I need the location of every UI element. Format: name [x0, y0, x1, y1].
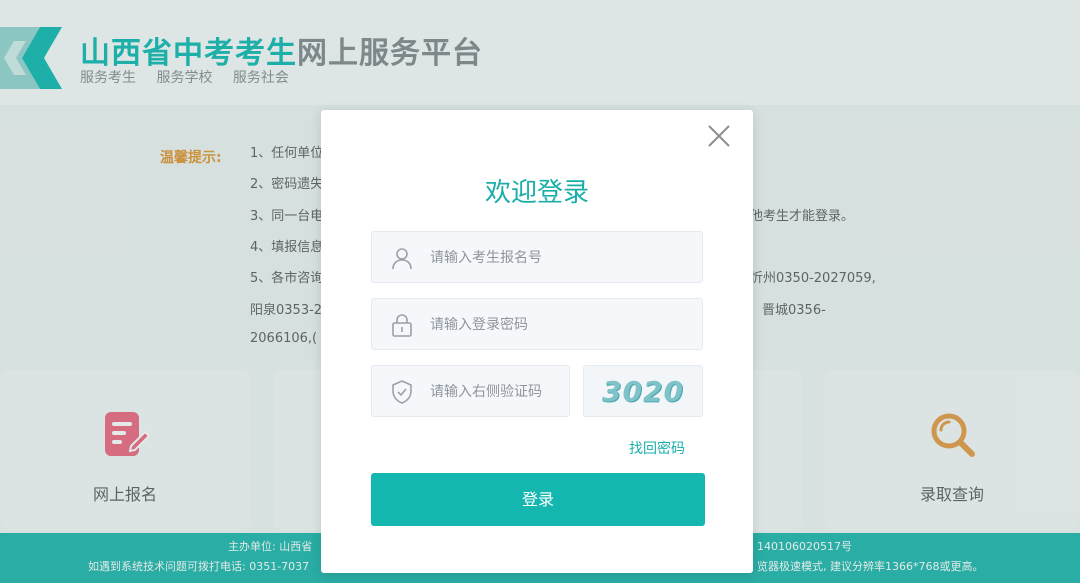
- captcha-text: 3020: [602, 375, 684, 408]
- shield-check-icon: [392, 380, 412, 404]
- close-icon[interactable]: [707, 124, 731, 148]
- login-title: 欢迎登录: [484, 178, 589, 208]
- captcha-image[interactable]: 3020: [583, 365, 703, 417]
- forgot-password-link[interactable]: 找回密码: [629, 438, 685, 458]
- lock-icon: [392, 314, 412, 337]
- password-field[interactable]: [371, 298, 703, 351]
- login-modal: 欢迎登录 3020 找回密码 登录: [321, 110, 753, 573]
- username-input[interactable]: [428, 232, 692, 284]
- captcha-input[interactable]: [428, 366, 567, 418]
- login-button[interactable]: 登录: [371, 473, 705, 526]
- password-input[interactable]: [428, 299, 692, 351]
- user-icon: [392, 248, 412, 270]
- username-field[interactable]: [371, 231, 703, 284]
- captcha-field[interactable]: [371, 365, 570, 418]
